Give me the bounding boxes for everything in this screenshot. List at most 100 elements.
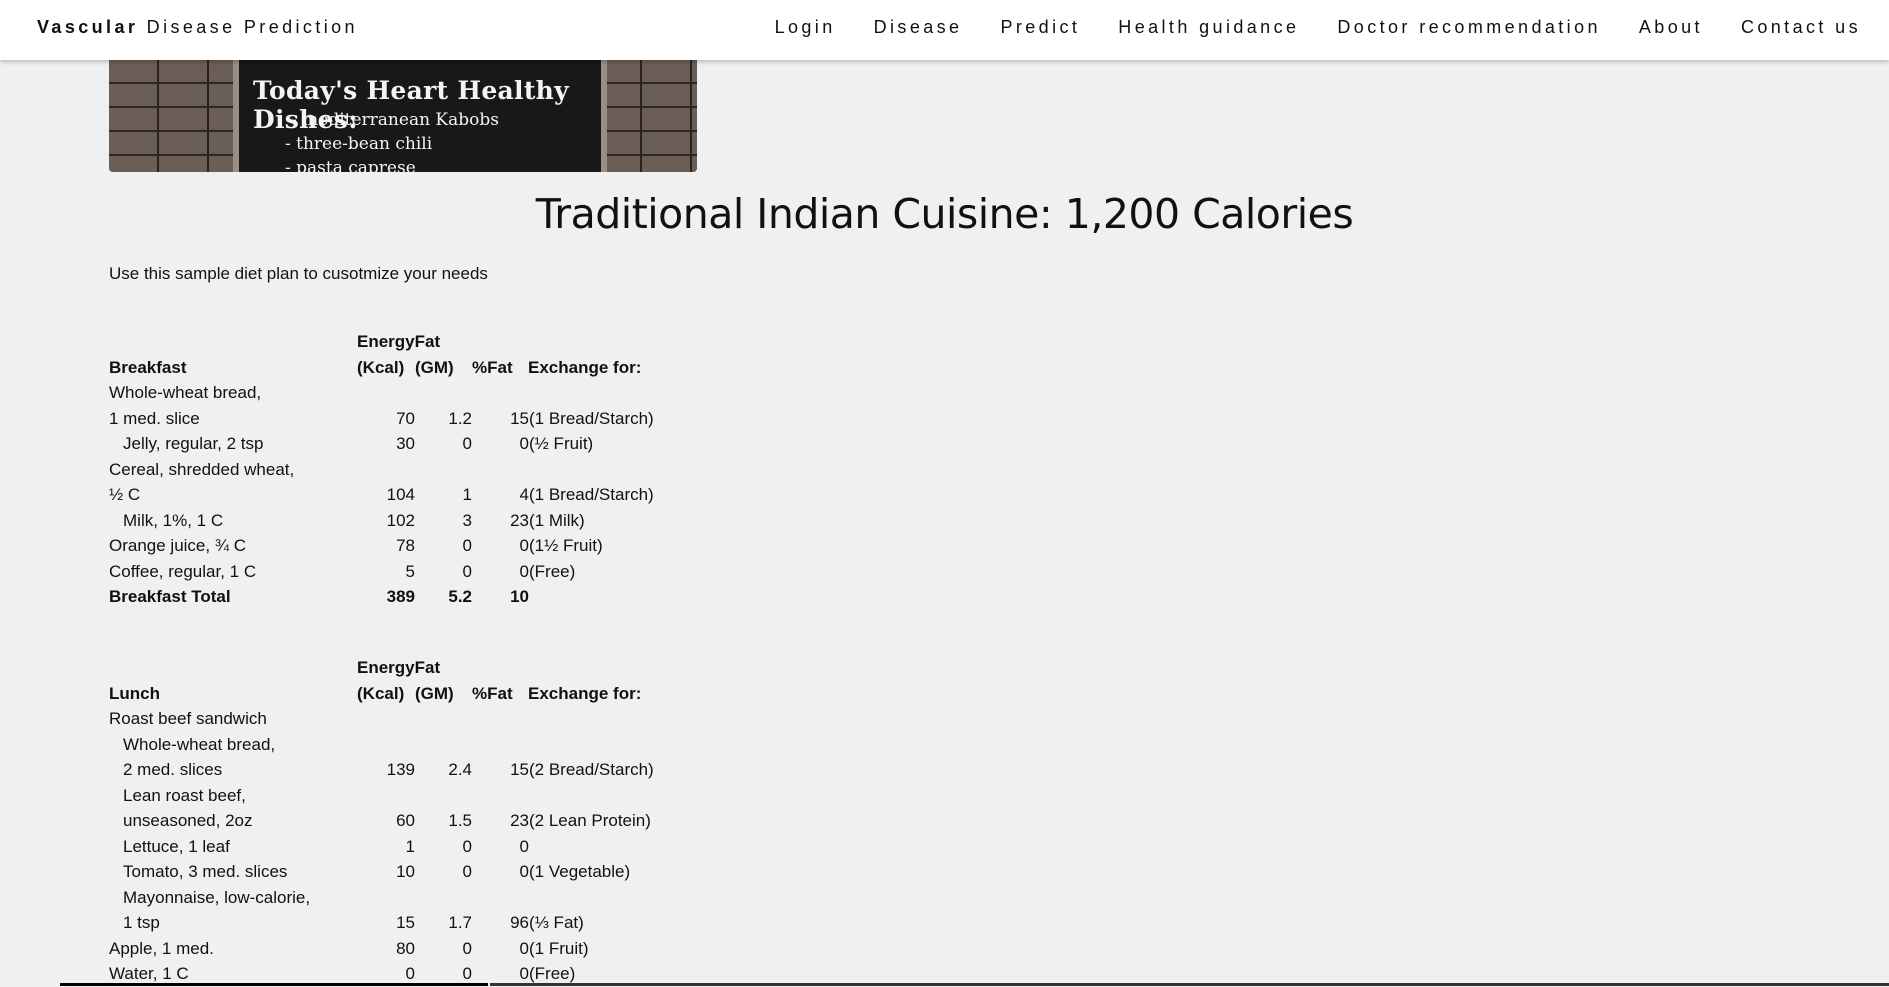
nav-predict[interactable]: Predict: [1000, 17, 1080, 38]
nav-contact-us[interactable]: Contact us: [1741, 17, 1861, 38]
food-exchange: (2 Bread/Starch): [529, 760, 654, 779]
nav-doctor-recommendation[interactable]: Doctor recommendation: [1337, 17, 1601, 38]
food-exchange: (1 Bread/Starch): [529, 485, 654, 504]
total-pct: 10: [510, 587, 529, 606]
food-exchange: (⅓ Fat): [529, 913, 584, 932]
food-kcal: 60: [396, 811, 415, 830]
site-brand[interactable]: Vascular Disease Prediction: [37, 17, 358, 38]
food-fat: 1.2: [448, 408, 472, 428]
food-name: Orange juice, ¾ C: [109, 536, 247, 555]
nav-about[interactable]: About: [1639, 17, 1703, 38]
nav-links: Login Disease Predict Health guidance Do…: [775, 17, 1861, 38]
chalkboard: Today's Heart Healthy Dishes: - mediterr…: [233, 60, 607, 172]
header-gm: (GM): [415, 683, 454, 703]
food-exchange: (1 Fruit): [529, 938, 589, 958]
brand-rest: Disease Prediction: [138, 17, 358, 37]
food-exchange: (1 Bread/Starch): [529, 408, 654, 428]
food-exchange: (½ Fruit): [529, 434, 594, 453]
food-name: 2 med. slices: [123, 760, 223, 779]
header-pct-fat: %Fat: [472, 683, 513, 703]
food-pct-fat: 23: [510, 811, 529, 830]
food-fat: 0: [462, 434, 472, 453]
header-exchange: Exchange for:: [528, 357, 642, 377]
food-pct-fat: 0: [519, 561, 529, 581]
food-kcal: 78: [396, 536, 415, 555]
page-title: Traditional Indian Cuisine: 1,200 Calori…: [535, 190, 1354, 238]
food-kcal: 102: [386, 510, 415, 530]
intro-text: Use this sample diet plan to cusotmize y…: [109, 264, 488, 283]
food-kcal: 80: [396, 938, 415, 958]
nav-login[interactable]: Login: [775, 17, 836, 38]
food-pct-fat: 0: [519, 434, 529, 453]
food-name: ½ C: [109, 485, 141, 504]
food-fat: 0: [462, 862, 472, 881]
food-exchange: (2 Lean Protein): [529, 811, 651, 830]
food-fat: 1: [462, 485, 472, 504]
food-name: Tomato, 3 med. slices: [123, 862, 288, 881]
food-fat: 0: [462, 561, 472, 581]
food-exchange: (Free): [529, 561, 576, 581]
food-name: 1 med. slice: [109, 408, 200, 428]
header-energy-fat: EnergyFat: [357, 658, 441, 677]
food-fat: 0: [462, 536, 472, 555]
total-label: Breakfast Total: [109, 587, 231, 606]
food-pct-fat: 0: [519, 536, 529, 555]
food-kcal: 70: [396, 408, 415, 428]
food-kcal: 139: [386, 760, 415, 779]
total-fat: 5.2: [448, 587, 472, 606]
food-exchange: (1½ Fruit): [529, 536, 603, 555]
food-fat: 2.4: [448, 760, 472, 779]
food-fat: 3: [462, 510, 472, 530]
chalkboard-item: - pasta caprese: [285, 158, 416, 172]
food-kcal: 1: [405, 836, 415, 856]
food-pct-fat: 0: [519, 862, 529, 881]
food-name: Coffee, regular, 1 C: [109, 561, 257, 581]
meal-label-breakfast: Breakfast: [109, 357, 187, 377]
food-pct-fat: 15: [510, 760, 529, 779]
brand-bold: Vascular: [37, 17, 139, 37]
meal-label-lunch: Lunch: [109, 683, 160, 703]
food-pct-fat: 4: [519, 485, 529, 504]
food-pct-fat: 0: [519, 836, 529, 856]
food-pct-fat: 15: [510, 408, 529, 428]
header-kcal: (Kcal): [357, 357, 405, 377]
food-kcal: 5: [405, 561, 415, 581]
food-pct-fat: 96: [510, 913, 529, 932]
food-name: Roast beef sandwich: [109, 709, 267, 728]
food-pct-fat: 23: [510, 510, 529, 530]
food-fat: 1.7: [448, 913, 472, 932]
food-name: Mayonnaise, low-calorie,: [123, 887, 311, 907]
food-name: Milk, 1%, 1 C: [123, 510, 224, 530]
food-kcal: 30: [396, 434, 415, 453]
food-name: Lean roast beef,: [123, 785, 246, 805]
food-name: Whole-wheat bread,: [123, 734, 276, 754]
food-name: Lettuce, 1 leaf: [123, 836, 230, 856]
food-kcal: 15: [396, 913, 415, 932]
header-energy-fat: EnergyFat: [357, 332, 441, 351]
heart-healthy-dishes-image: Today's Heart Healthy Dishes: - mediterr…: [109, 60, 697, 172]
food-name: Cereal, shredded wheat,: [109, 459, 295, 479]
food-kcal: 10: [396, 862, 415, 881]
top-navbar: Vascular Disease Prediction Login Diseas…: [0, 0, 1889, 60]
nav-disease[interactable]: Disease: [874, 17, 963, 38]
header-exchange: Exchange for:: [528, 683, 642, 703]
food-name: 1 tsp: [123, 913, 160, 932]
header-kcal: (Kcal): [357, 683, 405, 703]
brick-wall-right: [592, 60, 697, 172]
food-exchange: (1 Milk): [529, 510, 585, 530]
food-fat: 1.5: [448, 811, 472, 830]
chalkboard-item: - mediterranean Kabobs: [291, 110, 499, 130]
food-exchange: (1 Vegetable): [529, 862, 631, 881]
food-pct-fat: 0: [519, 938, 529, 958]
food-name: Apple, 1 med.: [109, 938, 214, 958]
food-name: Jelly, regular, 2 tsp: [123, 434, 264, 453]
chalkboard-item: - three-bean chili: [285, 134, 433, 154]
food-fat: 0: [462, 836, 472, 856]
header-pct-fat: %Fat: [472, 357, 513, 377]
total-kcal: 389: [386, 587, 415, 606]
header-gm: (GM): [415, 357, 454, 377]
food-kcal: 104: [386, 485, 415, 504]
food-fat: 0: [462, 938, 472, 958]
brick-wall-left: [109, 60, 237, 172]
nav-health-guidance[interactable]: Health guidance: [1118, 17, 1299, 38]
